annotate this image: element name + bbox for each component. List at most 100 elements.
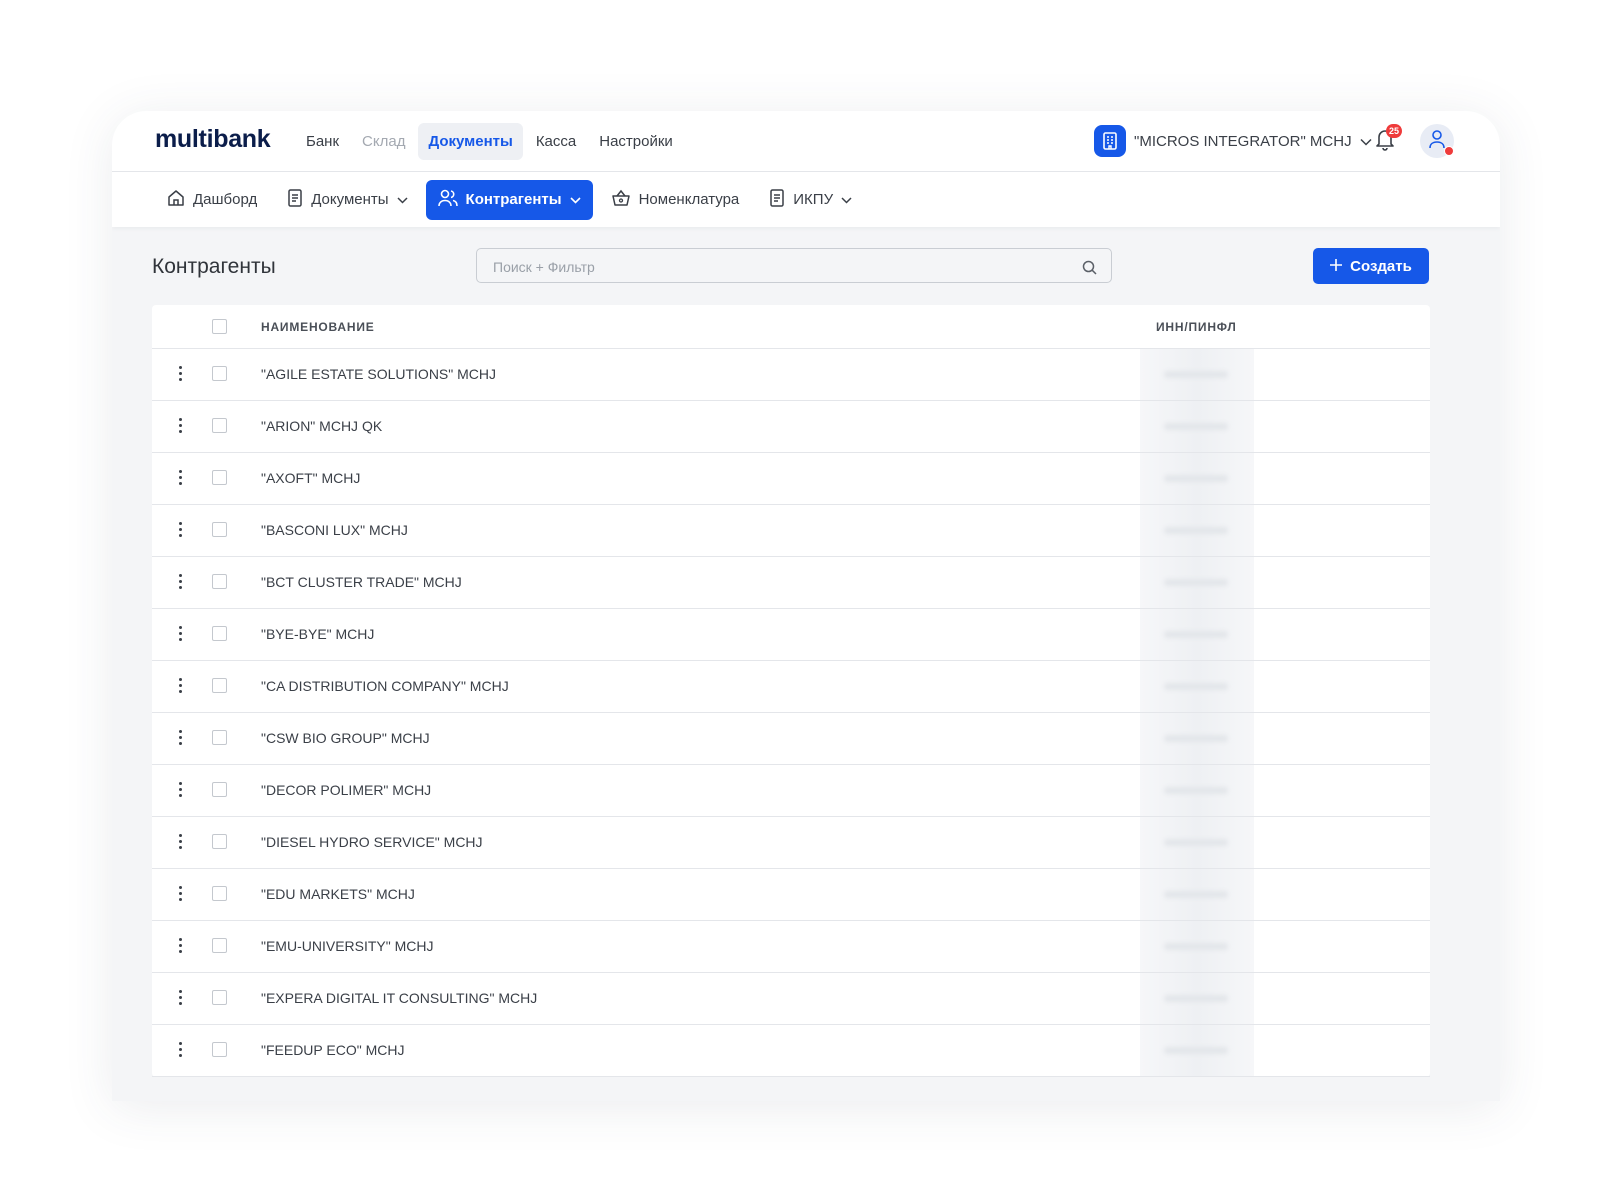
counterparty-name: "BASCONI LUX" MCHJ [261,522,408,538]
topnav-item-warehouse[interactable]: Склад [352,123,415,160]
inn-value-blurred [1140,973,1254,1024]
basket-icon [611,189,631,211]
subnav-item-ikpu[interactable]: ИКПУ [757,180,864,220]
row-checkbox[interactable] [212,366,227,381]
row-checkbox[interactable] [212,886,227,901]
inn-value-blurred [1140,349,1254,400]
counterparty-name: "BCT CLUSTER TRADE" MCHJ [261,574,462,590]
row-menu-icon[interactable] [179,938,183,956]
row-checkbox[interactable] [212,782,227,797]
counterparty-name: "EDU MARKETS" MCHJ [261,886,415,902]
table-row[interactable]: "CA DISTRIBUTION COMPANY" MCHJ [152,661,1430,713]
row-checkbox[interactable] [212,626,227,641]
row-checkbox[interactable] [212,990,227,1005]
counterparties-table: НАИМЕНОВАНИЕ ИНН/ПИНФЛ "AGILE ESTATE SOL… [152,305,1430,1077]
row-menu-icon[interactable] [179,990,183,1008]
row-menu-icon[interactable] [179,834,183,852]
app-window: multibank Банк Склад Документы Касса Нас… [112,111,1500,1101]
table-row[interactable]: "AGILE ESTATE SOLUTIONS" MCHJ [152,349,1430,401]
counterparty-name: "DECOR POLIMER" MCHJ [261,782,432,798]
table-row[interactable]: "DECOR POLIMER" MCHJ [152,765,1430,817]
row-checkbox[interactable] [212,574,227,589]
notifications-button[interactable]: 25 [1374,124,1402,155]
row-checkbox[interactable] [212,730,227,745]
create-button[interactable]: Создать [1313,248,1429,284]
table-row[interactable]: "ARION" MCHJ QK [152,401,1430,453]
home-icon [167,189,185,211]
row-menu-icon[interactable] [179,782,183,800]
top-bar: multibank Банк Склад Документы Касса Нас… [112,111,1500,172]
users-icon [437,189,458,211]
inn-value-blurred [1140,505,1254,556]
subnav-item-dashboard[interactable]: Дашборд [155,180,269,220]
inn-value-blurred [1140,921,1254,972]
row-menu-icon[interactable] [179,470,183,488]
page-title: Контрагенты [152,255,276,278]
counterparty-name: "EMU-UNIVERSITY" MCHJ [261,938,434,954]
table-row[interactable]: "EMU-UNIVERSITY" MCHJ [152,921,1430,973]
document-icon [287,188,303,211]
topnav-item-settings[interactable]: Настройки [589,123,683,160]
bell-icon [1374,130,1396,155]
row-checkbox[interactable] [212,522,227,537]
counterparty-name: "AGILE ESTATE SOLUTIONS" MCHJ [261,366,497,382]
row-menu-icon[interactable] [179,886,183,904]
column-header-name[interactable]: НАИМЕНОВАНИЕ [261,320,375,334]
subnav-label: Документы [311,191,389,208]
building-icon [1094,125,1126,157]
company-selector[interactable]: "MICROS INTEGRATOR" MCHJ [1094,125,1372,157]
subnav-label: Контрагенты [465,191,562,208]
row-menu-icon[interactable] [179,730,183,748]
create-button-label: Создать [1350,257,1412,275]
subnav-item-counterparties[interactable]: Контрагенты [425,179,593,220]
table-row[interactable]: "CSW BIO GROUP" MCHJ [152,713,1430,765]
logo[interactable]: multibank [155,125,271,154]
chevron-down-icon [1360,133,1372,150]
counterparty-name: "DIESEL HYDRO SERVICE" MCHJ [261,834,483,850]
inn-value-blurred [1140,713,1254,764]
table-row[interactable]: "FEEDUP ECO" MCHJ [152,1025,1430,1077]
inn-value-blurred [1140,401,1254,452]
topnav-item-cash[interactable]: Касса [526,123,586,160]
table-row[interactable]: "BCT CLUSTER TRADE" MCHJ [152,557,1430,609]
row-menu-icon[interactable] [179,522,183,540]
table-row[interactable]: "EDU MARKETS" MCHJ [152,869,1430,921]
row-checkbox[interactable] [212,470,227,485]
subnav-label: Номенклатура [638,191,740,208]
row-checkbox[interactable] [212,1042,227,1057]
inn-value-blurred [1140,453,1254,504]
row-menu-icon[interactable] [179,678,183,696]
subnav-item-documents[interactable]: Документы [275,180,419,220]
topnav-item-bank[interactable]: Банк [296,123,349,160]
row-checkbox[interactable] [212,418,227,433]
row-checkbox[interactable] [212,834,227,849]
row-menu-icon[interactable] [179,1042,183,1060]
table-row[interactable]: "AXOFT" MCHJ [152,453,1430,505]
table-header: НАИМЕНОВАНИЕ ИНН/ПИНФЛ [152,305,1430,349]
chevron-down-icon [841,191,852,208]
table-row[interactable]: "BASCONI LUX" MCHJ [152,505,1430,557]
table-row[interactable]: "EXPERA DIGITAL IT CONSULTING" MCHJ [152,973,1430,1025]
user-avatar-button[interactable] [1420,124,1454,158]
chevron-down-icon [397,191,408,208]
table-row[interactable]: "DIESEL HYDRO SERVICE" MCHJ [152,817,1430,869]
row-menu-icon[interactable] [179,626,183,644]
counterparty-name: "CSW BIO GROUP" MCHJ [261,730,430,746]
subnav-item-nomenclature[interactable]: Номенклатура [599,180,752,220]
search-icon[interactable] [1082,260,1097,280]
inn-value-blurred [1140,869,1254,920]
search-input[interactable] [477,249,1055,284]
document-icon [769,188,785,211]
select-all-checkbox[interactable] [212,319,227,334]
topnav-item-documents[interactable]: Документы [418,123,523,160]
row-menu-icon[interactable] [179,574,183,592]
status-dot [1444,146,1454,156]
row-menu-icon[interactable] [179,366,183,384]
row-menu-icon[interactable] [179,418,183,436]
company-name: "MICROS INTEGRATOR" MCHJ [1134,132,1352,150]
row-checkbox[interactable] [212,938,227,953]
row-checkbox[interactable] [212,678,227,693]
table-row[interactable]: "BYE-BYE" MCHJ [152,609,1430,661]
column-header-inn[interactable]: ИНН/ПИНФЛ [1156,320,1237,334]
sub-nav: Дашборд Документы Контрагенты Номенклату… [112,172,1500,227]
